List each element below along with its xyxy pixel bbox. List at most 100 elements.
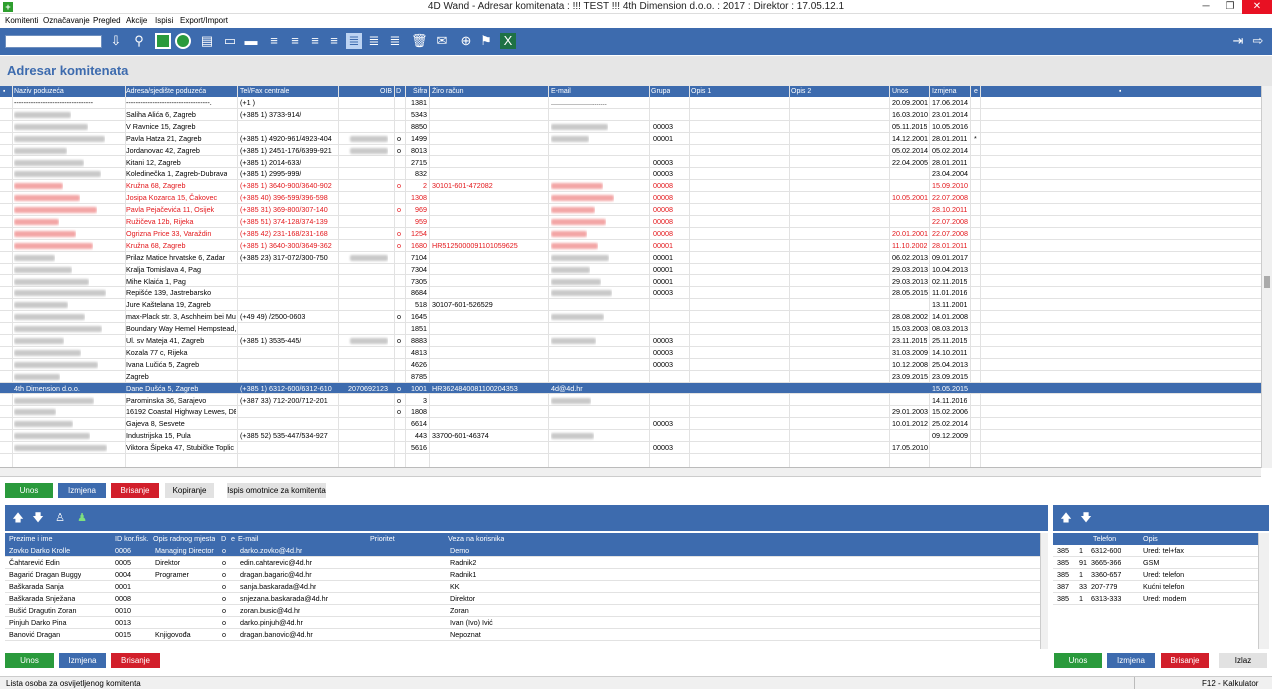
col-grupa[interactable]: Grupa [651, 87, 670, 96]
col-email[interactable]: E-mail [238, 534, 258, 544]
kopiranje-button[interactable]: Kopiranje [165, 483, 214, 498]
table-row[interactable]: --------------------------------- -------… [0, 97, 1261, 109]
col-naziv[interactable]: Naziv poduzeća [14, 87, 64, 96]
col-opis-rm[interactable]: Opis radnog mjesta [153, 534, 215, 544]
col-email[interactable]: E-mail [551, 87, 571, 96]
person-row[interactable]: Čahtarević Edin 0005 Direktor o edin.cahtare… [5, 557, 1040, 569]
arrow-up-icon[interactable]: 🡅 [1059, 511, 1073, 525]
find-icon[interactable]: ⇩ [108, 33, 124, 49]
col-izmjena[interactable]: Izmjena [932, 87, 957, 96]
phone-row[interactable]: 385 1 3360-657 Ured: telefon [1053, 569, 1258, 581]
sort-icon[interactable]: ≡ [266, 33, 282, 49]
table-row[interactable]: Koledinečka 1, Zagreb-Dubrava (+385 1) 29… [0, 168, 1261, 181]
table-row[interactable]: Boundary Way Hemel Hempstead, 1851 15.03.2… [0, 323, 1261, 335]
brisanje-button[interactable]: Brisanje [111, 483, 159, 498]
restore-icon[interactable]: ❐ [1218, 0, 1242, 14]
menu-pregled[interactable]: Pregled [93, 16, 121, 26]
person-row[interactable]: Bagarić Dragan Buggy 0004 Programer o dragan… [5, 569, 1040, 581]
col-opis1[interactable]: Opis 1 [691, 87, 711, 96]
person-card-icon[interactable]: ♟ [75, 511, 89, 525]
menu-oznacavanje[interactable]: Označavanje [43, 16, 90, 26]
sort-remove-icon[interactable]: ≡ [307, 33, 323, 49]
table-row[interactable]: Ružičeva 12b, Rijeka (+385 51) 374-128/37… [0, 216, 1261, 228]
print-icon[interactable]: ▭ [222, 33, 238, 49]
phone-unos-button[interactable]: Unos [1054, 653, 1102, 668]
close-icon[interactable]: ✕ [1242, 0, 1272, 14]
phone-row[interactable]: 385 91 3665-366 GSM [1053, 557, 1258, 569]
table-row[interactable]: Kružna 68, Zagreb (+385 1) 3640-900/3640-… [0, 180, 1261, 193]
table-row[interactable]: Ul. sv Mateja 41, Zagreb (+385 1) 3535-44… [0, 335, 1261, 347]
person-row[interactable]: Zovko Darko Krolle 0006 Managing Director o… [5, 545, 1040, 557]
select-icon[interactable] [155, 33, 171, 49]
table-row[interactable]: Viktora Šipeka 47, Stubičke Toplic 5616 00… [0, 442, 1261, 454]
list-view-icon[interactable]: ≣ [346, 33, 362, 49]
table-row[interactable]: Gajeva 8, Sesvete 6614 00003 10.01.2012 25.0… [0, 418, 1261, 431]
document-icon[interactable]: ▤ [199, 33, 215, 49]
table-row[interactable]: Ogrizna Price 33, Varaždin (+385 42) 231-… [0, 228, 1261, 240]
table-row[interactable]: max-Plack str. 3, Aschheim bei Mur (+49 4… [0, 311, 1261, 324]
scroll-thumb[interactable] [1264, 276, 1270, 288]
phone-brisanje-button[interactable]: Brisanje [1161, 653, 1209, 668]
arrow-down-icon[interactable]: 🡇 [1079, 511, 1093, 525]
menu-komitenti[interactable]: Komitenti [5, 16, 38, 26]
table-row[interactable]: Mihe Klaića 1, Pag 7305 00001 29.03.2013 02.… [0, 276, 1261, 288]
col-opis2[interactable]: Opis 2 [791, 87, 811, 96]
vertical-scrollbar[interactable] [1261, 86, 1272, 468]
phone-izmjena-button[interactable]: Izmjena [1107, 653, 1155, 668]
select-all-icon[interactable] [175, 33, 191, 49]
table-row[interactable]: Ivana Lučića 5, Zagreb 4626 00003 10.12.200… [0, 359, 1261, 371]
table-row[interactable]: Kitani 12, Zagreb (+385 1) 2014-633/2715 0… [0, 157, 1261, 169]
minimize-icon[interactable]: ─ [1194, 0, 1218, 14]
search-input[interactable] [5, 35, 102, 48]
col-ime[interactable]: Prezime i ime [9, 534, 53, 544]
table-row[interactable]: Kružna 68, Zagreb (+385 1) 3640-300/3649-… [0, 240, 1261, 252]
table-row[interactable]: Zagreb 8785 23.09.2015 23.09.2015 [0, 371, 1261, 383]
col-d[interactable]: D [396, 87, 401, 96]
col-id[interactable]: ID kor.fisk. [115, 534, 149, 544]
list-compact-icon[interactable]: ≣ [366, 33, 382, 49]
arrow-down-icon[interactable]: 🡇 [31, 511, 45, 525]
col-opis[interactable]: Opis [1143, 534, 1158, 544]
table-row[interactable]: Repišće 139, Jastrebarsko 8684 00003 28.05.… [0, 287, 1261, 300]
persons-scrollbar[interactable] [1040, 533, 1048, 649]
col-tel[interactable]: Tel/Fax centrale [240, 87, 289, 96]
phone-row[interactable]: 385 1 6312-600 Ured: tel+fax [1053, 545, 1258, 557]
table-row[interactable]: Saliha Alića 6, Zagreb (+385 1) 3733-914/… [0, 109, 1261, 121]
arrow-up-icon[interactable]: 🡅 [11, 511, 25, 525]
col-ziro[interactable]: Žiro račun [432, 87, 464, 96]
table-row[interactable]: Kozala 77 c, Rijeka 4813 00003 31.03.2009 14… [0, 347, 1261, 359]
person-row[interactable]: Bušić Dragutin Zoran 0010 o zoran.busic@4d.… [5, 605, 1040, 617]
col-prioritet[interactable]: Prioritet [370, 534, 395, 544]
col-unos[interactable]: Unos [892, 87, 908, 96]
menu-ispisi[interactable]: Ispisi [155, 16, 173, 26]
col-e[interactable]: e [974, 87, 978, 96]
izmjena-button[interactable]: Izmjena [58, 483, 106, 498]
person-izmjena-button[interactable]: Izmjena [59, 653, 106, 668]
exit-icon[interactable]: ⇨ [1250, 33, 1266, 49]
table-row[interactable]: V Ravnice 15, Zagreb 8850 00003 05.11.2015 1… [0, 121, 1261, 133]
person-brisanje-button[interactable]: Brisanje [111, 653, 160, 668]
col-sifra[interactable]: Šifra [413, 87, 427, 96]
horizontal-scrollbar[interactable] [0, 468, 1261, 477]
table-row[interactable]: Kralja Tomislava 4, Pag 7304 00001 29.03.20… [0, 264, 1261, 276]
table-row[interactable]: Jordanovac 42, Zagreb (+385 1) 2451-176/6… [0, 145, 1261, 157]
table-row[interactable]: Jure Kaštelana 19, Zagreb 518 30107-601-52… [0, 299, 1261, 312]
unos-button[interactable]: Unos [5, 483, 53, 498]
table-row[interactable]: Industrijska 15, Pula (+385 52) 535-447/5… [0, 430, 1261, 443]
excel-icon[interactable]: X [500, 33, 516, 49]
col-e[interactable]: e [231, 534, 235, 544]
col-d[interactable]: D [221, 534, 226, 544]
table-row[interactable]: 4th Dimension d.o.o. Dane Dušća 5, Zagreb… [0, 382, 1261, 395]
table-row[interactable]: Pavla Pejačevića 11, Osijek (+385 31) 369… [0, 204, 1261, 216]
mail-icon[interactable]: ✉ [434, 33, 450, 49]
table-row[interactable]: Pavla Hatza 21, Zagreb (+385 1) 4920-961/… [0, 133, 1261, 145]
table-row[interactable]: Josipa Kozarca 15, Čakovec (+385 40) 396-… [0, 192, 1261, 205]
person-row[interactable]: Baškarada Sanja 0001 o sanja.baskarada@4d.h… [5, 581, 1040, 593]
list-dense-icon[interactable]: ≣ [387, 33, 403, 49]
col-telefon[interactable]: Telefon [1093, 534, 1116, 544]
menu-export-import[interactable]: Export/Import [180, 16, 228, 26]
search-icon[interactable]: ⚲ [131, 33, 147, 49]
web-icon[interactable]: ⊕ [458, 33, 474, 49]
phone-row[interactable]: 385 1 6313-333 Ured: modem [1053, 593, 1258, 605]
table-row[interactable]: 16192 Coastal Highway Lewes, DE o 1808 29.0… [0, 406, 1261, 419]
